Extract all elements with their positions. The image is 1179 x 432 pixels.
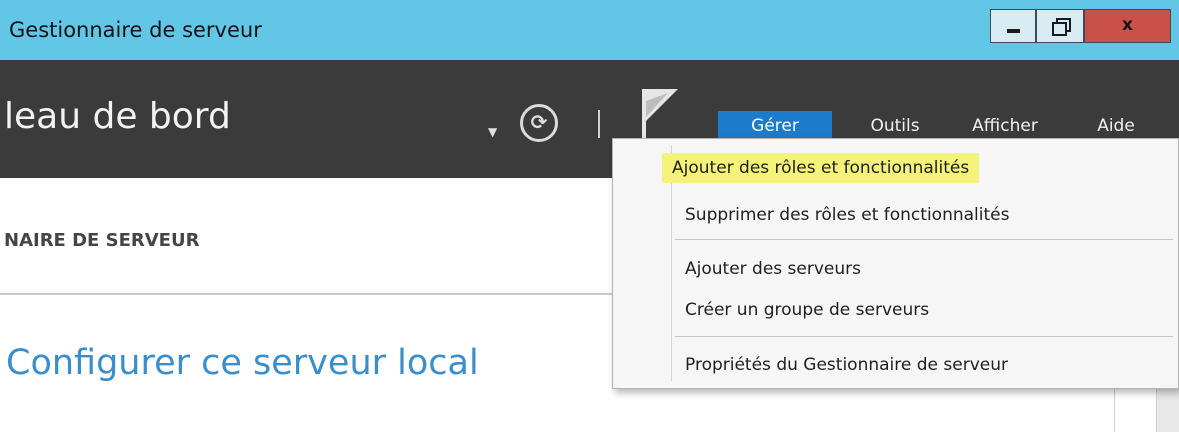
menu-item-proprietes[interactable]: Propriétés du Gestionnaire de serveur: [685, 350, 1008, 380]
window-title: Gestionnaire de serveur: [9, 18, 262, 42]
menu-aide[interactable]: Aide: [1080, 111, 1152, 141]
minimize-button[interactable]: [990, 9, 1036, 43]
close-icon: x: [1122, 15, 1133, 35]
menu-item-creer-groupe[interactable]: Créer un groupe de serveurs: [685, 295, 929, 325]
menu-item-ajouter-roles[interactable]: Ajouter des rôles et fonctionnalités: [662, 153, 980, 183]
refresh-icon[interactable]: ⟳: [520, 104, 558, 142]
menu-item-supprimer-roles[interactable]: Supprimer des rôles et fonctionnalités: [685, 200, 1009, 230]
menu-outils[interactable]: Outils: [857, 111, 933, 141]
restore-button[interactable]: [1036, 9, 1084, 43]
section-header: NAIRE DE SERVEUR: [0, 178, 620, 295]
section-title: NAIRE DE SERVEUR: [4, 230, 200, 251]
menu-gerer[interactable]: Gérer: [718, 111, 832, 141]
panel-edge: [1114, 385, 1157, 432]
toolbar-separator: [598, 110, 600, 138]
gerer-dropdown-menu: Ajouter des rôles et fonctionnalités Sup…: [612, 138, 1179, 389]
menu-afficher[interactable]: Afficher: [955, 111, 1055, 141]
flag-icon[interactable]: [640, 87, 684, 143]
configure-local-server-link[interactable]: Configurer ce serveur local: [6, 343, 479, 383]
restore-icon-back: [1052, 22, 1067, 36]
menu-separator: [675, 336, 1173, 337]
window-titlebar: Gestionnaire de serveur x: [0, 0, 1179, 60]
menu-separator: [675, 239, 1173, 240]
chevron-down-icon[interactable]: ▼: [488, 125, 497, 139]
menu-item-ajouter-serveurs[interactable]: Ajouter des serveurs: [685, 254, 861, 284]
page-title: leau de bord: [4, 96, 231, 137]
close-button[interactable]: x: [1084, 9, 1171, 43]
scrollbar[interactable]: [1157, 385, 1179, 432]
